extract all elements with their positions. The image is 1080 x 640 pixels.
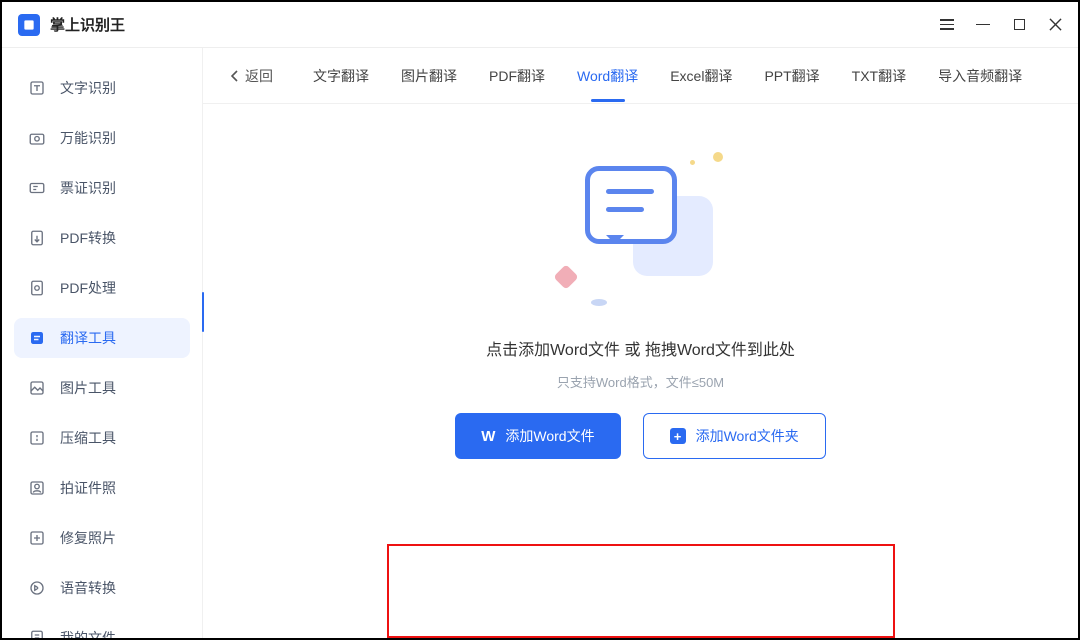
pdf-convert-icon [28, 229, 46, 247]
sidebar-item-text-recognition[interactable]: 文字识别 [14, 68, 190, 108]
sidebar-item-label: 拍证件照 [60, 478, 116, 498]
sidebar-item-translate-tools[interactable]: 翻译工具 [14, 318, 190, 358]
tab-ppt-translate[interactable]: PPT翻译 [764, 50, 819, 102]
sidebar-item-label: 票证识别 [60, 178, 116, 198]
sidebar-item-my-files[interactable]: 我的文件 [14, 618, 190, 638]
button-row: W 添加Word文件 + 添加Word文件夹 [455, 413, 826, 459]
plus-icon: + [670, 428, 686, 444]
tab-pdf-translate[interactable]: PDF翻译 [489, 50, 545, 102]
tab-image-translate[interactable]: 图片翻译 [401, 50, 457, 102]
sidebar-item-image-tools[interactable]: 图片工具 [14, 368, 190, 408]
image-icon [28, 379, 46, 397]
titlebar: 掌上识别王 [2, 2, 1078, 48]
word-w-icon: W [481, 428, 495, 445]
chat-bubble-icon [585, 166, 677, 244]
add-word-folder-button[interactable]: + 添加Word文件夹 [643, 413, 826, 459]
sidebar-item-label: 文字识别 [60, 78, 116, 98]
maximize-icon[interactable] [1012, 18, 1026, 32]
sidebar-item-photo-repair[interactable]: 修复照片 [14, 518, 190, 558]
files-icon [28, 629, 46, 638]
sidebar-item-label: 我的文件 [60, 628, 116, 638]
tab-txt-translate[interactable]: TXT翻译 [852, 50, 906, 102]
decor-dot-yellow [713, 152, 723, 162]
add-folder-label: 添加Word文件夹 [696, 426, 799, 446]
sidebar-item-audio-convert[interactable]: 语音转换 [14, 568, 190, 608]
sidebar-item-universal-recognition[interactable]: 万能识别 [14, 118, 190, 158]
tab-excel-translate[interactable]: Excel翻译 [670, 50, 732, 102]
window-controls [940, 18, 1062, 32]
body-area: 文字识别 万能识别 票证识别 PDF转换 PDF处理 翻译工具 [2, 48, 1078, 638]
tab-word-translate[interactable]: Word翻译 [577, 50, 638, 102]
sidebar-item-label: 翻译工具 [60, 328, 116, 348]
add-file-label: 添加Word文件 [505, 426, 594, 446]
close-icon[interactable] [1048, 18, 1062, 32]
back-button[interactable]: 返回 [231, 66, 273, 86]
compress-icon [28, 429, 46, 447]
sidebar-item-id-photo[interactable]: 拍证件照 [14, 468, 190, 508]
audio-icon [28, 579, 46, 597]
id-photo-icon [28, 479, 46, 497]
drop-zone[interactable]: 点击添加Word文件 或 拖拽Word文件到此处 只支持Word格式，文件≤50… [203, 104, 1078, 638]
drop-zone-sub-text: 只支持Word格式，文件≤50M [557, 372, 724, 391]
chevron-left-icon [231, 70, 239, 82]
annotation-highlight-box [387, 544, 895, 638]
back-label: 返回 [245, 66, 273, 86]
sidebar-item-pdf-convert[interactable]: PDF转换 [14, 218, 190, 258]
tab-text-translate[interactable]: 文字翻译 [313, 50, 369, 102]
pdf-process-icon [28, 279, 46, 297]
sidebar-item-label: 图片工具 [60, 378, 116, 398]
sidebar-item-label: 压缩工具 [60, 428, 116, 448]
text-icon [28, 79, 46, 97]
tabs-bar: 返回 文字翻译 图片翻译 PDF翻译 Word翻译 Excel翻译 PPT翻译 … [203, 48, 1078, 104]
add-word-file-button[interactable]: W 添加Word文件 [455, 413, 620, 459]
menu-icon[interactable] [940, 18, 954, 32]
ticket-icon [28, 179, 46, 197]
sidebar-item-label: PDF处理 [60, 278, 116, 298]
sidebar-item-compress-tools[interactable]: 压缩工具 [14, 418, 190, 458]
sidebar-item-label: 语音转换 [60, 578, 116, 598]
app-title: 掌上识别王 [50, 14, 125, 35]
decor-dot-yellow-small [690, 160, 695, 165]
camera-icon [28, 129, 46, 147]
minimize-icon[interactable] [976, 18, 990, 32]
sidebar-item-label: PDF转换 [60, 228, 116, 248]
translate-icon [28, 329, 46, 347]
drop-zone-main-text: 点击添加Word文件 或 拖拽Word文件到此处 [486, 336, 795, 360]
decor-diamond-red [553, 264, 578, 289]
tab-audio-translate[interactable]: 导入音频翻译 [938, 50, 1022, 102]
sidebar-item-pdf-process[interactable]: PDF处理 [14, 268, 190, 308]
app-window: 掌上识别王 文字识别 万能识别 票证识别 PDF转换 [0, 0, 1080, 640]
sidebar-item-ticket-recognition[interactable]: 票证识别 [14, 168, 190, 208]
sidebar-item-label: 修复照片 [60, 528, 116, 548]
sidebar: 文字识别 万能识别 票证识别 PDF转换 PDF处理 翻译工具 [2, 48, 202, 638]
decor-ellipse-blue [591, 299, 607, 306]
sidebar-item-label: 万能识别 [60, 128, 116, 148]
repair-icon [28, 529, 46, 547]
main-area: 返回 文字翻译 图片翻译 PDF翻译 Word翻译 Excel翻译 PPT翻译 … [202, 48, 1078, 638]
illustration [551, 152, 731, 312]
app-logo-icon [18, 14, 40, 36]
